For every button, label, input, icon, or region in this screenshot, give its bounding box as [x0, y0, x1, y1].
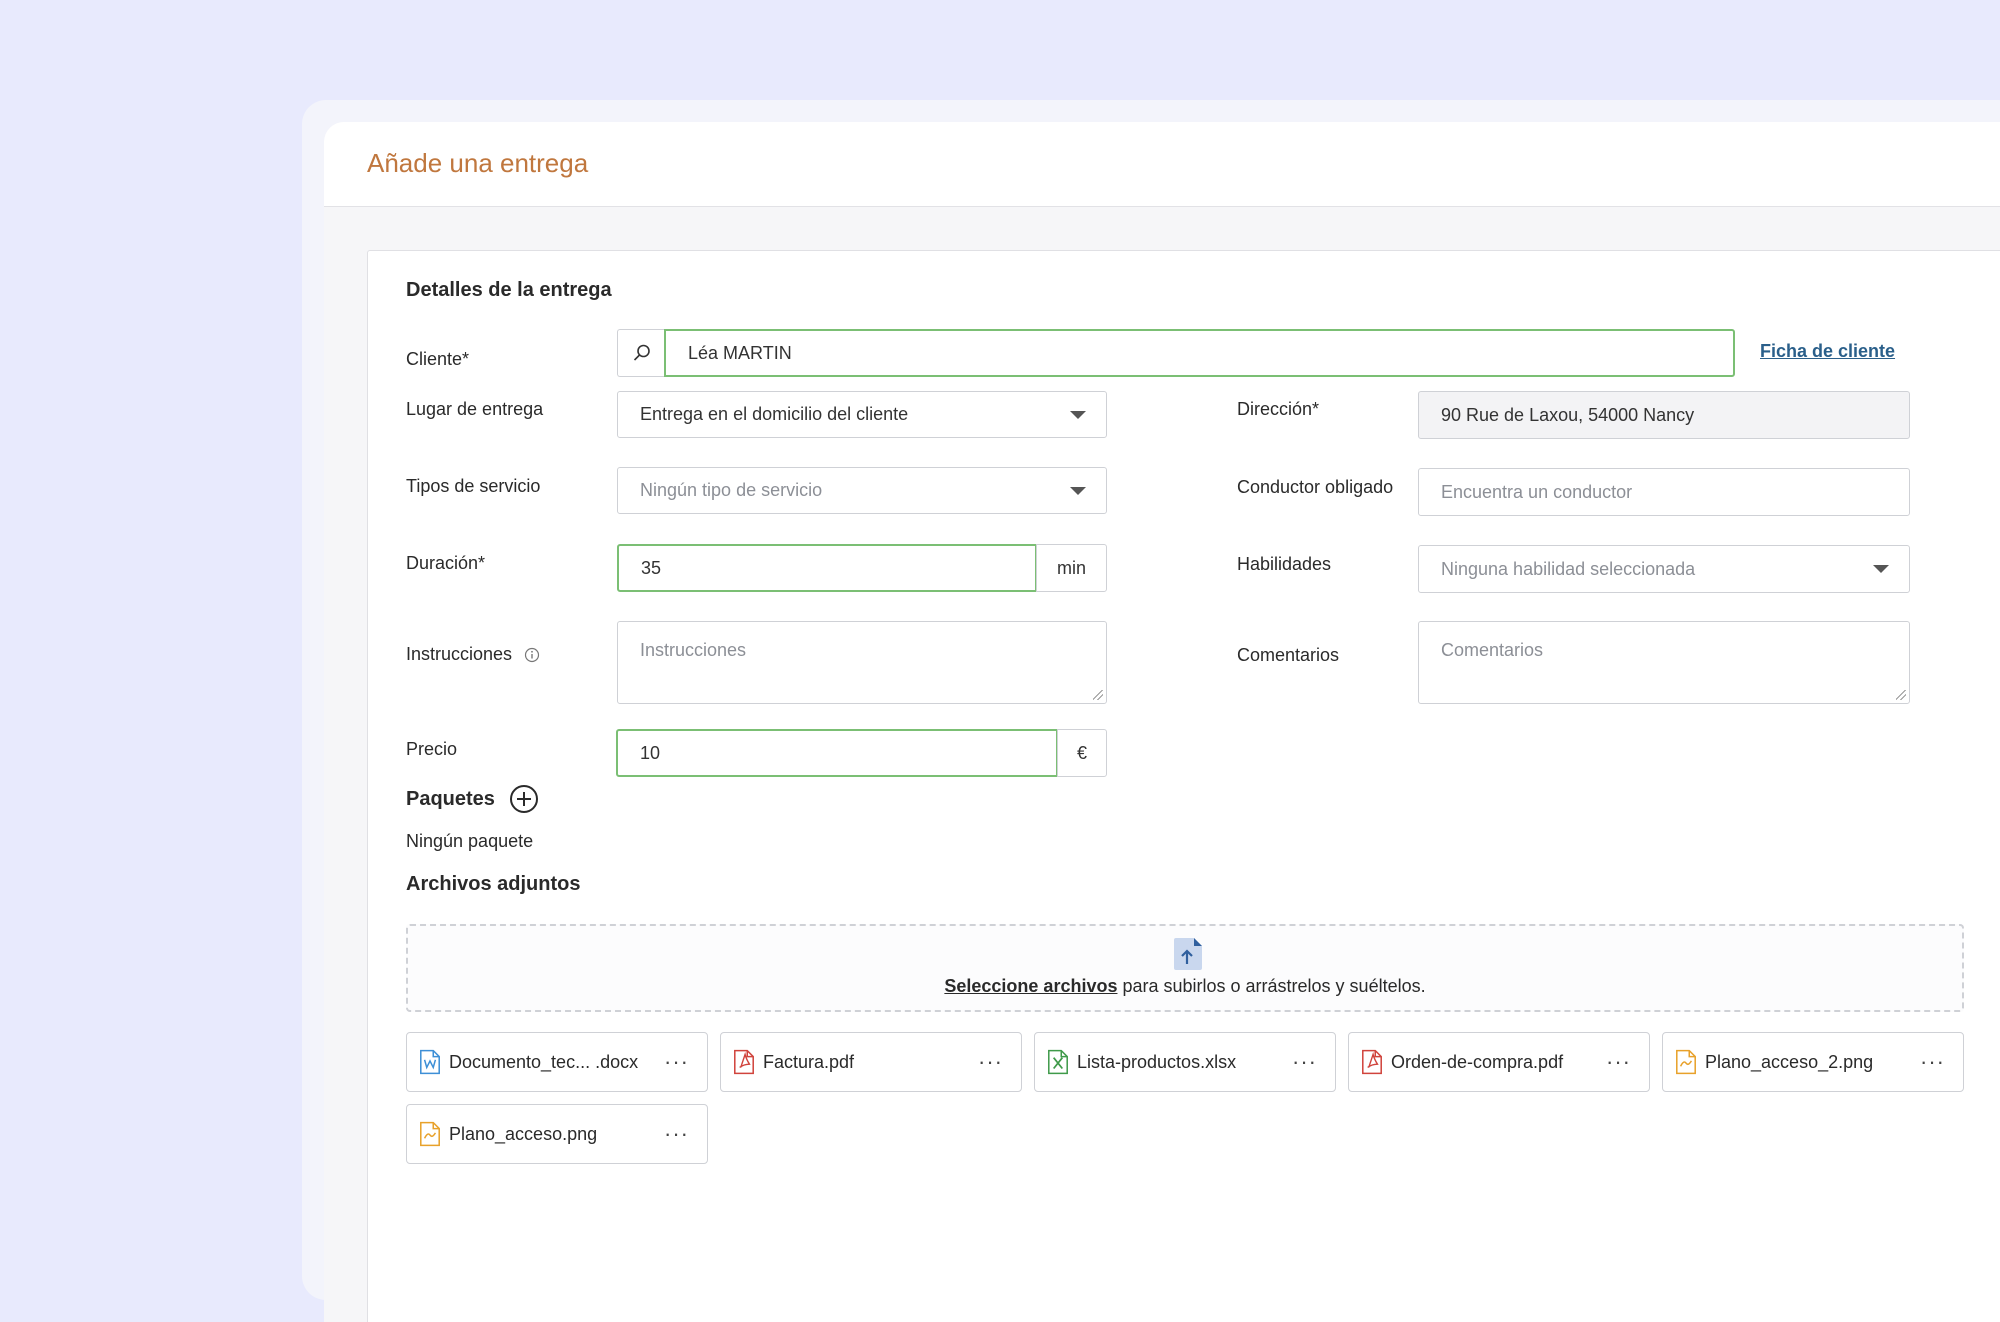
resize-grip-icon[interactable] — [1896, 690, 1906, 700]
upload-icon — [1174, 938, 1202, 970]
more-options-icon[interactable]: ··· — [1606, 1049, 1631, 1075]
packages-title: Paquetes — [406, 787, 495, 810]
attachment-name: Plano_acceso.png — [449, 1123, 598, 1144]
packages-header: Paquetes — [406, 784, 539, 814]
driver-input[interactable]: Encuentra un conductor — [1418, 468, 1910, 516]
skills-label: Habilidades — [1237, 554, 1332, 574]
service-types-select[interactable]: Ningún tipo de servicio — [617, 467, 1107, 514]
client-value: Léa MARTIN — [688, 342, 792, 363]
service-types-placeholder: Ningún tipo de servicio — [640, 480, 823, 500]
delivery-place-label: Lugar de entrega — [406, 399, 544, 419]
search-icon — [633, 344, 650, 361]
attachments-title: Archivos adjuntos — [406, 873, 581, 895]
duration-label: Duración* — [406, 553, 486, 573]
more-options-icon[interactable]: ··· — [978, 1049, 1003, 1075]
address-field[interactable]: 90 Rue de Laxou, 54000 Nancy — [1418, 391, 1910, 439]
skills-placeholder: Ninguna habilidad seleccionada — [1441, 558, 1696, 579]
more-options-icon[interactable]: ··· — [664, 1049, 689, 1075]
more-options-icon[interactable]: ··· — [1292, 1049, 1317, 1075]
excel-file-icon — [1048, 1049, 1068, 1075]
attachment-name: Documento_tec... .docx — [449, 1051, 639, 1072]
client-label: Cliente* — [406, 349, 470, 369]
attachment-chip[interactable]: Plano_acceso.png ··· — [406, 1104, 708, 1164]
delivery-place-select[interactable]: Entrega en el domicilio del cliente — [617, 391, 1107, 438]
price-unit: € — [1057, 729, 1107, 777]
chevron-down-icon — [1070, 486, 1086, 495]
chevron-down-icon — [1873, 565, 1889, 573]
attachment-chip[interactable]: Lista-productos.xlsx ··· — [1034, 1032, 1336, 1092]
add-package-icon[interactable] — [509, 784, 539, 814]
word-file-icon — [420, 1049, 440, 1075]
address-value: 90 Rue de Laxou, 54000 Nancy — [1441, 404, 1695, 425]
dropzone-text: para subirlos o arrástrelos y suéltelos. — [1117, 976, 1426, 996]
driver-placeholder: Encuentra un conductor — [1441, 481, 1633, 502]
duration-unit: min — [1036, 544, 1107, 592]
price-input[interactable]: 10 — [616, 729, 1058, 777]
duration-value: 35 — [641, 557, 662, 578]
instructions-placeholder: Instrucciones — [640, 640, 747, 660]
comments-placeholder: Comentarios — [1441, 640, 1544, 660]
page-title: Añade una entrega — [367, 148, 589, 178]
section-title-details: Detalles de la entrega — [406, 279, 612, 301]
duration-input[interactable]: 35 — [617, 544, 1037, 592]
attachment-chip[interactable]: Factura.pdf ··· — [720, 1032, 1022, 1092]
image-file-icon — [420, 1121, 440, 1147]
client-input[interactable]: Léa MARTIN — [664, 329, 1735, 377]
attachment-name: Factura.pdf — [763, 1051, 855, 1072]
image-file-icon — [1676, 1049, 1696, 1075]
client-search-button[interactable] — [617, 329, 665, 377]
more-options-icon[interactable]: ··· — [664, 1121, 689, 1147]
attachment-name: Orden-de-compra.pdf — [1391, 1051, 1564, 1072]
attachment-name: Lista-productos.xlsx — [1077, 1051, 1237, 1072]
attachment-chip[interactable]: Plano_acceso_2.png ··· — [1662, 1032, 1964, 1092]
pdf-file-icon — [1362, 1049, 1382, 1075]
file-dropzone[interactable]: Seleccione archivos para subirlos o arrá… — [406, 924, 1964, 1012]
add-delivery-window: Añade una entrega Detalles de la entrega… — [324, 122, 2000, 1322]
driver-label: Conductor obligado — [1237, 477, 1394, 497]
price-value: 10 — [640, 742, 661, 763]
skills-select[interactable]: Ninguna habilidad seleccionada — [1418, 545, 1910, 593]
info-icon[interactable] — [524, 647, 540, 663]
packages-empty: Ningún paquete — [406, 831, 534, 851]
chevron-down-icon — [1070, 410, 1086, 419]
address-label: Dirección* — [1237, 399, 1320, 419]
more-options-icon[interactable]: ··· — [1920, 1049, 1945, 1075]
attachment-chip[interactable]: Orden-de-compra.pdf ··· — [1348, 1032, 1650, 1092]
price-label: Precio — [406, 739, 458, 759]
instructions-label-row: Instrucciones — [406, 644, 540, 665]
pdf-file-icon — [734, 1049, 754, 1075]
window-header: Añade una entrega — [324, 122, 2000, 207]
dropzone-text-row: Seleccione archivos para subirlos o arrá… — [408, 976, 1962, 997]
delivery-place-value: Entrega en el domicilio del cliente — [640, 404, 909, 424]
client-sheet-link[interactable]: Ficha de cliente — [1760, 341, 1895, 362]
resize-grip-icon[interactable] — [1093, 690, 1103, 700]
comments-label: Comentarios — [1237, 645, 1340, 665]
attachment-name: Plano_acceso_2.png — [1705, 1051, 1874, 1072]
comments-textarea[interactable]: Comentarios — [1418, 621, 1910, 704]
attachment-chip[interactable]: Documento_tec... .docx ··· — [406, 1032, 708, 1092]
instructions-label: Instrucciones — [406, 644, 513, 664]
instructions-textarea[interactable]: Instrucciones — [617, 621, 1107, 704]
delivery-details-card: Detalles de la entrega Cliente* Léa MART… — [367, 250, 2000, 1322]
service-types-label: Tipos de servicio — [406, 476, 541, 496]
select-files-link[interactable]: Seleccione archivos — [944, 976, 1117, 996]
